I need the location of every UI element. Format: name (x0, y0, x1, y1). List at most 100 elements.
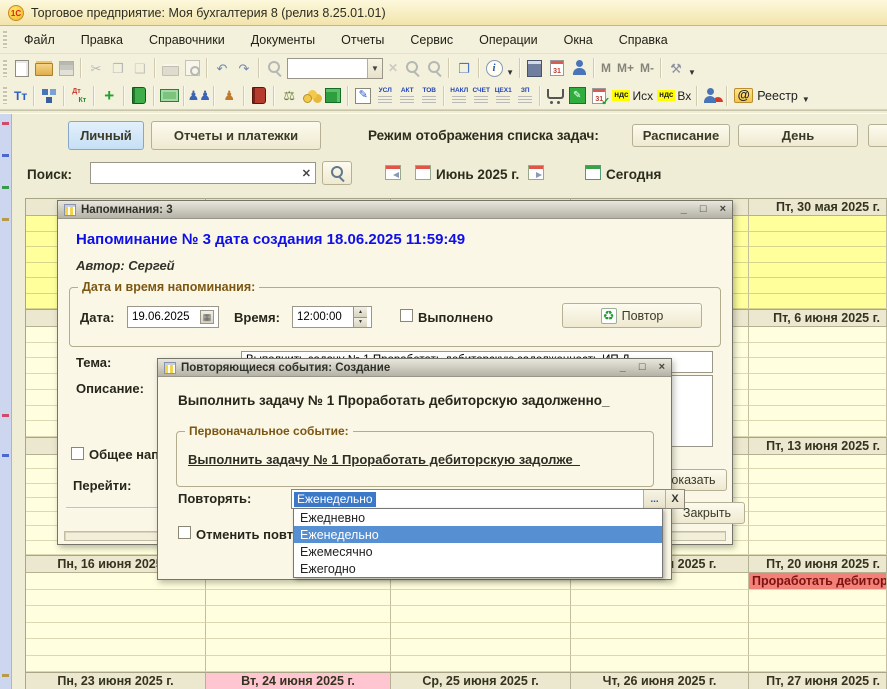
toolbar-grip[interactable] (3, 87, 7, 104)
nds-outgoing-icon[interactable]: ндсИсх (610, 89, 655, 103)
calendar-cell[interactable] (749, 343, 887, 359)
close-icon[interactable]: × (659, 362, 665, 373)
calendar-cell[interactable] (749, 263, 887, 279)
calendar-cell[interactable] (26, 606, 206, 622)
calendar-cell[interactable] (206, 656, 391, 672)
info-icon[interactable] (483, 57, 505, 79)
menu-item-2[interactable]: Справочники (136, 28, 238, 52)
task-event-cell[interactable]: Проработать дебиторскую (749, 573, 887, 590)
calendar-cell[interactable] (26, 590, 206, 606)
calendar-cell[interactable] (749, 247, 887, 263)
calendar-icon[interactable]: 31 (546, 57, 568, 79)
menu-item-1[interactable]: Правка (68, 28, 136, 52)
cancel-repeat-checkbox[interactable] (178, 526, 191, 539)
calendar-cell[interactable] (749, 294, 887, 310)
person-mail-icon[interactable] (701, 85, 723, 107)
reestr-button[interactable]: @Реестр (731, 88, 801, 103)
print-icon[interactable] (159, 57, 181, 79)
contact-person-icon[interactable]: ♟ (218, 85, 240, 107)
menu-item-6[interactable]: Операции (466, 28, 550, 52)
calendar-cell[interactable] (391, 606, 571, 622)
akt-document-icon[interactable]: АКТ (396, 85, 418, 107)
copy-icon[interactable]: ❐ (107, 57, 129, 79)
calendar-cell[interactable] (749, 278, 887, 294)
undo-icon[interactable]: ↶ (211, 57, 233, 79)
menu-item-3[interactable]: Документы (238, 28, 328, 52)
user-lock-icon[interactable] (568, 57, 590, 79)
paste-icon[interactable]: ❑ (129, 57, 151, 79)
dropdown-caret-icon[interactable]: ▼ (688, 68, 696, 77)
tov-document-icon[interactable]: ТОВ (418, 85, 440, 107)
calendar-cell[interactable] (749, 232, 887, 248)
calendar-cell[interactable] (571, 606, 749, 622)
redo-icon[interactable]: ↷ (233, 57, 255, 79)
calendar-cell[interactable] (749, 455, 887, 469)
repeat-frequency-combobox[interactable]: Еженедельно ... X (291, 489, 685, 509)
calendar-cell[interactable] (391, 623, 571, 639)
dropdown-caret-icon[interactable]: ▼ (802, 95, 810, 104)
previous-month-icon[interactable] (385, 165, 401, 180)
tab-reports-payments[interactable]: Отчеты и платежки (151, 121, 321, 150)
calendar-cell[interactable] (206, 590, 391, 606)
initial-event-link[interactable]: Выполнить задачу № 1 Проработать дебитор… (188, 452, 580, 467)
clear-value-button[interactable]: X (665, 490, 684, 508)
tab-personal[interactable]: Личный (68, 121, 144, 150)
calendar-cell[interactable] (26, 656, 206, 672)
find-next-icon[interactable] (401, 57, 423, 79)
done-checkbox[interactable] (400, 309, 413, 322)
today-label[interactable]: Сегодня (606, 167, 661, 182)
open-document-icon[interactable] (33, 57, 55, 79)
recurring-dialog-titlebar[interactable]: Повторяющиеся события: Создание _ □ × (158, 359, 671, 377)
calendar-cell[interactable] (749, 484, 887, 498)
calendar-cell[interactable] (206, 606, 391, 622)
calendar-cell[interactable] (749, 623, 887, 639)
cut-icon[interactable]: ✂ (85, 57, 107, 79)
zp-document-icon[interactable]: ЗП (514, 85, 536, 107)
save-icon[interactable] (55, 57, 77, 79)
search-icon[interactable] (263, 57, 285, 79)
search-combobox[interactable]: ▼ (287, 58, 383, 79)
repeat-button[interactable]: ♻ Повтор (562, 303, 702, 328)
menu-item-5[interactable]: Сервис (397, 28, 466, 52)
frequency-option-2[interactable]: Ежемесячно (294, 543, 662, 560)
calendar-cell[interactable] (749, 216, 887, 232)
side-panel-strip[interactable] (0, 114, 12, 689)
maximize-icon[interactable]: □ (639, 362, 646, 373)
close-icon[interactable]: × (720, 204, 726, 215)
employees-icon[interactable]: ♟♟ (188, 85, 210, 107)
calendar-cell[interactable] (749, 498, 887, 512)
green-notepad-icon[interactable] (566, 85, 588, 107)
red-book-icon[interactable] (248, 85, 270, 107)
month-calendar-icon[interactable] (415, 165, 431, 180)
time-field[interactable]: 12:00:00 ▲▼ (292, 306, 372, 328)
calendar-cell[interactable] (749, 406, 887, 422)
toolbar-grip[interactable] (3, 31, 7, 48)
safe-icon[interactable] (322, 85, 344, 107)
money-icon[interactable] (158, 85, 180, 107)
calendar-cell[interactable] (749, 469, 887, 483)
nds-incoming-icon[interactable]: ндсВх (655, 89, 693, 103)
calendar-cell[interactable] (571, 656, 749, 672)
clear-search-icon[interactable]: ✕ (385, 61, 401, 75)
calendar-cell[interactable] (749, 590, 887, 606)
service-settings-icon[interactable]: ⚒ (665, 57, 687, 79)
calendar-cell[interactable] (749, 327, 887, 343)
calendar-cell[interactable] (749, 656, 887, 672)
quantity-plus-icon[interactable] (98, 85, 120, 107)
find-previous-icon[interactable] (423, 57, 445, 79)
next-month-icon[interactable] (528, 165, 544, 180)
memory-minus-icon[interactable]: M- (637, 61, 657, 75)
minimize-icon[interactable]: _ (681, 204, 687, 215)
dropdown-caret-icon[interactable]: ▼ (506, 68, 514, 77)
calendar-cell[interactable] (571, 639, 749, 655)
day-mode-button[interactable]: День (738, 124, 858, 147)
calendar-cell[interactable] (206, 623, 391, 639)
menu-item-0[interactable]: Файл (11, 28, 68, 52)
calendar-cell[interactable] (391, 639, 571, 655)
minimize-icon[interactable]: _ (620, 362, 626, 373)
usl-document-icon[interactable]: УСЛ (374, 85, 396, 107)
dropdown-arrow-icon[interactable]: ▼ (367, 59, 382, 78)
maximize-icon[interactable]: □ (700, 204, 707, 215)
calendar-cell[interactable] (749, 358, 887, 374)
font-icon[interactable]: Тт (11, 89, 30, 103)
